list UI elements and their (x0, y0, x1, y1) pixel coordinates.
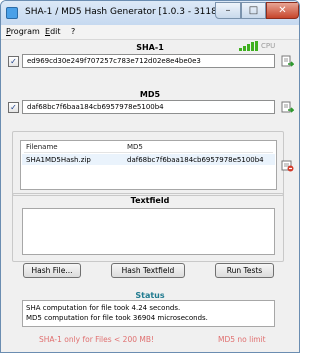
status-line-sha: SHA computation for file took 4.24 secon… (26, 304, 181, 312)
md5-checkbox[interactable]: ✓ (8, 102, 19, 113)
app-window: SHA-1 / MD5 Hash Generator [1.0.3 - 3118… (0, 0, 300, 353)
sha1-checkbox[interactable]: ✓ (8, 56, 19, 67)
header-divider (24, 152, 273, 153)
sha1-output-field[interactable]: ed969cd30e249f707257c783e712d02e8e4be0e3 (22, 54, 275, 68)
menu-help[interactable]: ? (71, 27, 75, 36)
maximize-button[interactable]: □ (241, 2, 266, 19)
cpu-label: CPU (261, 42, 276, 50)
column-header-filename[interactable]: Filename (26, 143, 58, 151)
status-title: Status (135, 291, 165, 300)
menu-bar: Program Edit ? (1, 25, 299, 40)
copy-sha1-icon[interactable] (281, 55, 294, 68)
text-input-area[interactable] (22, 208, 275, 255)
title-bar[interactable]: SHA-1 / MD5 Hash Generator [1.0.3 - 3118… (1, 1, 299, 26)
file-table[interactable]: Filename MD5 SHA1MD5Hash.zip daf68bc7f6b… (20, 140, 277, 190)
app-icon (6, 7, 18, 19)
cpu-signal-icon (239, 41, 259, 51)
clear-list-icon[interactable] (281, 159, 294, 172)
status-line-md5: MD5 computation for file took 36904 micr… (26, 314, 208, 322)
copy-md5-icon[interactable] (281, 101, 294, 114)
window-title: SHA-1 / MD5 Hash Generator [1.0.3 - 3118… (25, 7, 221, 17)
menu-edit[interactable]: Edit (45, 27, 61, 36)
md5-limit-note: MD5 no limit (218, 335, 266, 344)
run-tests-button[interactable]: Run Tests (215, 263, 274, 278)
md5-title: MD5 (139, 90, 161, 99)
textfield-title: Textfield (130, 196, 170, 205)
row-filename[interactable]: SHA1MD5Hash.zip (26, 156, 91, 164)
md5-output-field[interactable]: daf68bc7f6baa184cb6957978e5100b4 (22, 100, 275, 114)
row-md5[interactable]: daf68bc7f6baa184cb6957978e5100b4 (127, 156, 264, 164)
column-header-md5[interactable]: MD5 (127, 143, 143, 151)
close-button[interactable]: ✕ (266, 2, 299, 19)
status-box: SHA computation for file took 4.24 secon… (22, 300, 275, 327)
hash-file-button[interactable]: Hash File... (23, 263, 81, 278)
menu-program[interactable]: Program (6, 27, 40, 36)
minimize-button[interactable]: – (215, 2, 241, 19)
sha1-size-note: SHA-1 only for Files < 200 MB! (39, 335, 155, 344)
hash-textfield-button[interactable]: Hash Textfield (111, 263, 185, 278)
